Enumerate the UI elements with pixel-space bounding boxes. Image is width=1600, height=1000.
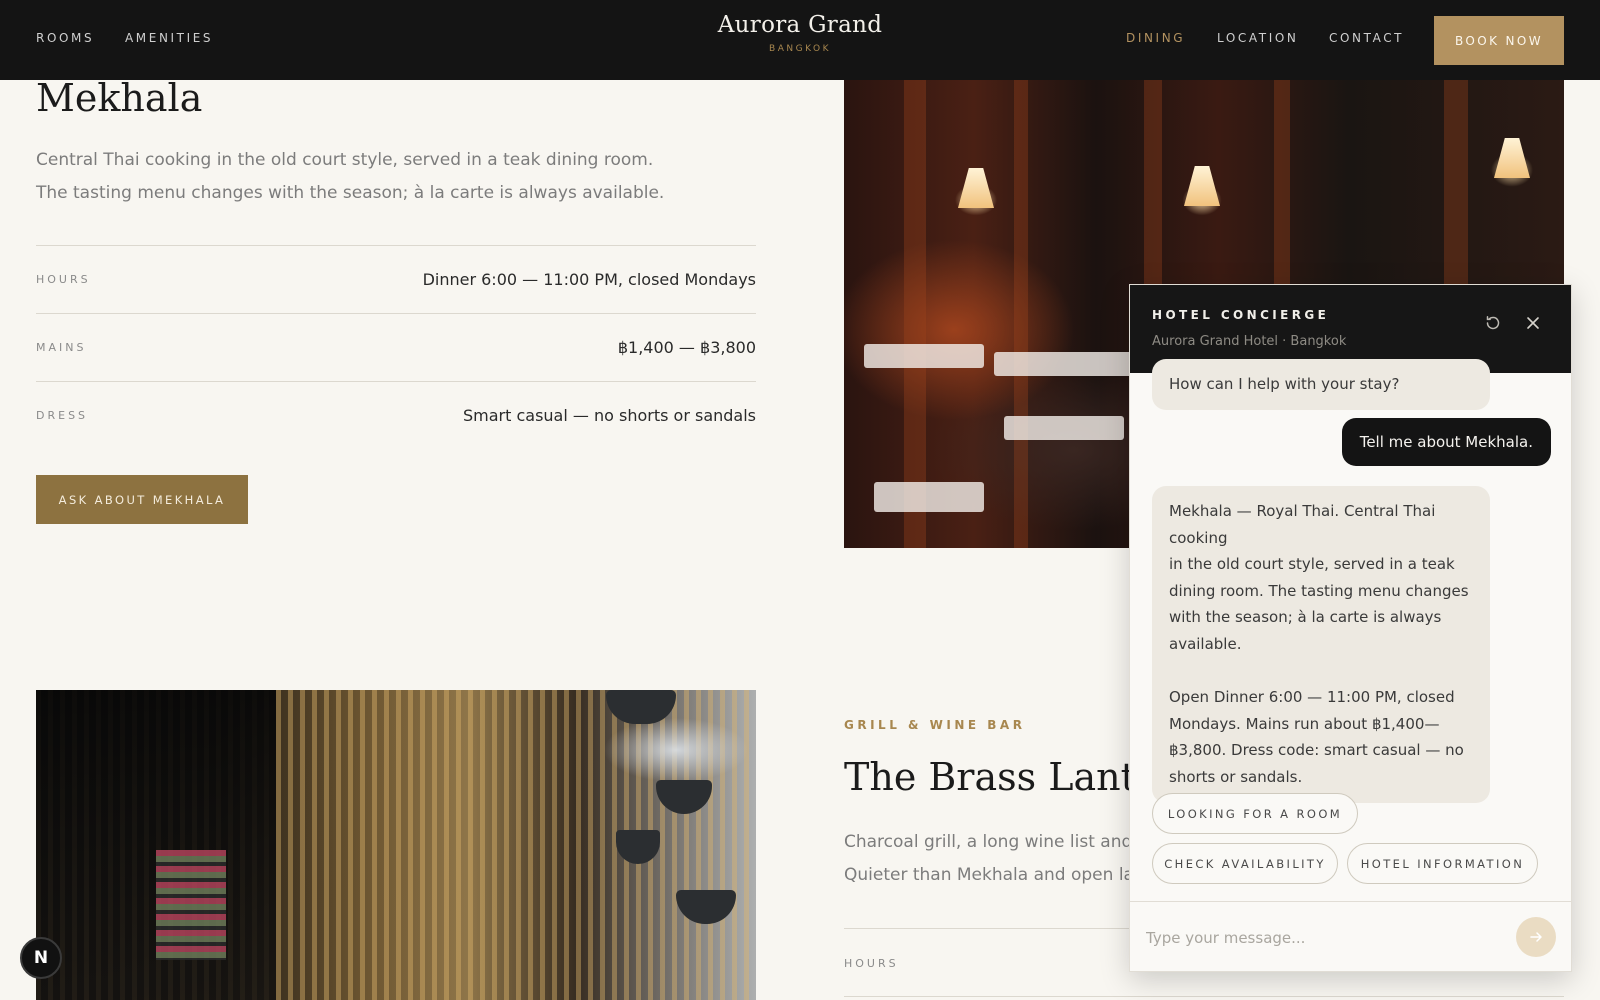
mekhala-description-line: Central Thai cooking in the old court st… <box>36 150 654 170</box>
nav-location[interactable]: LOCATION <box>1217 31 1298 45</box>
detail-value: ฿1,400 — ฿3,800 <box>617 338 756 357</box>
detail-value: Smart casual — no shorts or sandals <box>462 406 756 425</box>
user-message: Tell me about Mekhala. <box>1341 418 1551 466</box>
brass-lantern-bar-photo <box>36 690 756 1000</box>
ask-about-mekhala-button[interactable]: ASK ABOUT MEKHALA <box>36 475 248 524</box>
concierge-chat-widget: HOTEL CONCIERGE Aurora Grand Hotel · Ban… <box>1129 284 1572 972</box>
mekhala-description-line: The tasting menu changes with the season… <box>36 183 665 203</box>
brand-city: BANGKOK <box>769 44 831 54</box>
book-now-button[interactable]: BOOK NOW <box>1434 16 1564 65</box>
nav-rooms[interactable]: ROOMS <box>36 31 94 45</box>
chat-composer <box>1130 901 1571 971</box>
send-arrow-icon[interactable] <box>1516 917 1556 957</box>
chat-subtitle: Aurora Grand Hotel · Bangkok <box>1152 334 1347 349</box>
detail-label: HOURS <box>36 273 91 286</box>
nav-dining[interactable]: DINING <box>1126 31 1185 45</box>
mekhala-description: Central Thai cooking in the old court st… <box>36 144 664 210</box>
quick-reply-availability[interactable]: CHECK AVAILABILITY <box>1152 843 1338 884</box>
refresh-icon[interactable] <box>1481 311 1505 335</box>
chat-message-input[interactable] <box>1146 920 1486 956</box>
nav-contact[interactable]: CONTACT <box>1329 31 1404 45</box>
brass-lantern-eyebrow: GRILL & WINE BAR <box>844 718 1026 732</box>
brand-logo[interactable]: Aurora Grand BANGKOK <box>600 12 1000 54</box>
mekhala-details: HOURS Dinner 6:00 — 11:00 PM, closed Mon… <box>36 245 756 449</box>
quick-reply-room[interactable]: LOOKING FOR A ROOM <box>1152 793 1358 834</box>
close-icon[interactable] <box>1521 311 1545 335</box>
site-header: ROOMS AMENITIES Aurora Grand BANGKOK DIN… <box>0 0 1600 80</box>
dev-tools-badge[interactable]: N <box>20 937 62 979</box>
detail-label: MAINS <box>36 341 87 354</box>
brand-name: Aurora Grand <box>717 12 883 38</box>
detail-row-dress: DRESS Smart casual — no shorts or sandal… <box>36 381 756 449</box>
divider <box>844 996 1564 997</box>
quick-reply-hotel-info[interactable]: HOTEL INFORMATION <box>1347 843 1538 884</box>
detail-label: DRESS <box>36 409 89 422</box>
detail-row-hours: HOURS Dinner 6:00 — 11:00 PM, closed Mon… <box>36 245 756 313</box>
nav-amenities[interactable]: AMENITIES <box>125 31 213 45</box>
mekhala-title: Mekhala <box>36 76 203 120</box>
chat-title: HOTEL CONCIERGE <box>1152 308 1330 322</box>
detail-row-mains: MAINS ฿1,400 — ฿3,800 <box>36 313 756 381</box>
detail-value: Dinner 6:00 — 11:00 PM, closed Mondays <box>422 270 756 289</box>
brass-lantern-hours-label: HOURS <box>844 957 899 970</box>
chat-messages: How can I help with your stay? Tell me a… <box>1130 359 1571 903</box>
bot-message: How can I help with your stay? <box>1152 359 1490 410</box>
bot-message: Mekhala — Royal Thai. Central Thai cooki… <box>1152 486 1490 803</box>
